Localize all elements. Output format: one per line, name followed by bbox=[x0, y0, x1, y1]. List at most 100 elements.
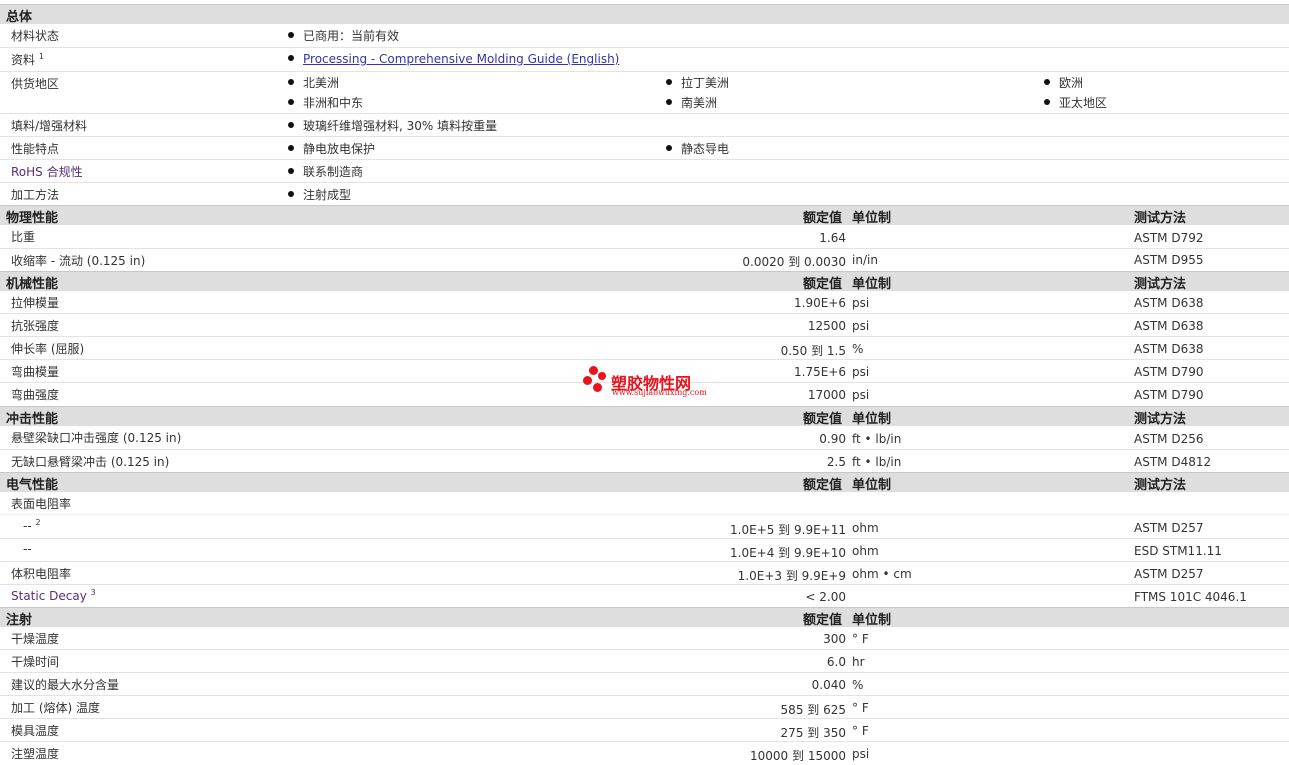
row-method: ASTM D256 bbox=[1134, 432, 1204, 446]
row-value: 1.0E+3 到 9.9E+9 bbox=[737, 569, 846, 583]
row-method: ASTM D792 bbox=[1134, 231, 1204, 245]
bullet-icon bbox=[288, 168, 294, 174]
section-title: 注射 bbox=[6, 613, 33, 628]
row-method: ASTM D4812 bbox=[1134, 455, 1212, 469]
footnote-marker: 1 bbox=[38, 52, 44, 61]
row-unit: % bbox=[852, 342, 864, 356]
row-label: 悬壁梁缺口冲击强度 (0.125 in) bbox=[11, 431, 182, 445]
row-method: ASTM D790 bbox=[1134, 365, 1204, 379]
bullet-icon bbox=[1044, 79, 1050, 85]
col-header-method: 测试方法 bbox=[1134, 211, 1187, 226]
row-label: 建议的最大水分含量 bbox=[11, 678, 120, 692]
row-unit: psi bbox=[852, 747, 870, 761]
col-header-unit: 单位制 bbox=[852, 478, 892, 493]
row-material-status: 材料状态 已商用：当前有效 bbox=[0, 24, 1289, 48]
row-label: 比重 bbox=[11, 230, 36, 244]
row-label: 加工 (熔体) 温度 bbox=[11, 701, 100, 715]
table-row: -- 2 1.0E+5 到 9.9E+11 ohm ASTM D257 bbox=[0, 515, 1289, 539]
table-row: -- 1.0E+4 到 9.9E+10 ohm ESD STM11.11 bbox=[0, 539, 1289, 562]
row-value: 10000 到 15000 bbox=[750, 749, 846, 763]
row-value: 1.75E+6 bbox=[794, 365, 846, 379]
processing-guide-link[interactable]: Processing - Comprehensive Molding Guide… bbox=[303, 52, 619, 66]
bullet-item: 亚太地区 bbox=[1044, 94, 1107, 111]
col-header-unit: 单位制 bbox=[852, 277, 892, 292]
section-title: 总体 bbox=[6, 10, 33, 25]
logo-dot-icon bbox=[598, 372, 606, 380]
row-value: 585 到 625 bbox=[780, 703, 846, 717]
row-label: 收缩率 - 流动 (0.125 in) bbox=[11, 254, 146, 268]
row-value: 0.040 bbox=[811, 678, 846, 692]
bullet-item: 南美洲 bbox=[666, 94, 717, 111]
row-value: 1.0E+5 到 9.9E+11 bbox=[730, 523, 846, 537]
table-row: 伸长率 (屈服) 0.50 到 1.5 % ASTM D638 bbox=[0, 337, 1289, 360]
row-method: ASTM D257 bbox=[1134, 521, 1204, 535]
row-label: 体积电阻率 bbox=[11, 567, 72, 581]
row-unit: % bbox=[852, 678, 864, 692]
row-label: -- bbox=[23, 542, 32, 556]
table-row: 干燥温度 300 ° F bbox=[0, 627, 1289, 650]
col-header-unit: 单位制 bbox=[852, 412, 892, 427]
bullet-icon bbox=[288, 32, 294, 38]
footnote-marker: 2 bbox=[35, 518, 41, 527]
bullet-icon bbox=[288, 55, 294, 61]
row-label: 拉伸模量 bbox=[11, 296, 60, 310]
section-title: 电气性能 bbox=[6, 478, 59, 493]
row-method: FTMS 101C 4046.1 bbox=[1134, 590, 1247, 604]
table-row: 干燥时间 6.0 hr bbox=[0, 650, 1289, 673]
bullet-icon bbox=[666, 99, 672, 105]
bullet-icon bbox=[288, 145, 294, 151]
row-unit: hr bbox=[852, 655, 865, 669]
row-unit: ft • lb/in bbox=[852, 455, 902, 469]
col-header-value: 额定值 bbox=[803, 412, 843, 427]
static-decay-link[interactable]: Static Decay 3 bbox=[11, 588, 96, 603]
col-header-value: 额定值 bbox=[803, 211, 843, 226]
table-row: 收缩率 - 流动 (0.125 in) 0.0020 到 0.0030 in/i… bbox=[0, 249, 1289, 270]
table-row: 悬壁梁缺口冲击强度 (0.125 in) 0.90 ft • lb/in AST… bbox=[0, 426, 1289, 450]
logo-dot-icon bbox=[583, 376, 592, 385]
col-header-method: 测试方法 bbox=[1134, 478, 1187, 493]
section-title: 物理性能 bbox=[6, 211, 59, 226]
row-unit: ohm bbox=[852, 521, 879, 535]
row-method: ASTM D638 bbox=[1134, 342, 1204, 356]
row-value: 1.90E+6 bbox=[794, 296, 846, 310]
row-label: 弯曲模量 bbox=[11, 365, 60, 379]
row-regions: 供货地区 北美洲 拉丁美洲 欧洲 非洲和中东 南美洲 亚太地区 bbox=[0, 72, 1289, 114]
row-label: 模具温度 bbox=[11, 724, 60, 738]
row-label: 干燥温度 bbox=[11, 632, 60, 646]
row-value: 275 到 350 bbox=[780, 726, 846, 740]
section-title: 冲击性能 bbox=[6, 412, 59, 427]
row-label: 供货地区 bbox=[11, 77, 60, 91]
row-label: 抗张强度 bbox=[11, 319, 60, 333]
rohs-link[interactable]: RoHS 合规性 bbox=[11, 163, 83, 180]
col-header-unit: 单位制 bbox=[852, 613, 892, 628]
row-value: 2.5 bbox=[826, 455, 846, 469]
col-header-value: 额定值 bbox=[803, 277, 843, 292]
row-label: 伸长率 (屈服) bbox=[11, 342, 85, 356]
table-row: 拉伸模量 1.90E+6 psi ASTM D638 bbox=[0, 291, 1289, 314]
table-row: 比重 1.64 ASTM D792 bbox=[0, 225, 1289, 249]
col-header-value: 额定值 bbox=[803, 613, 843, 628]
row-label: 干燥时间 bbox=[11, 655, 60, 669]
bullet-icon bbox=[1044, 99, 1050, 105]
row-label: 资料 1 bbox=[11, 52, 44, 67]
bullet-icon bbox=[288, 99, 294, 105]
row-unit: psi bbox=[852, 296, 870, 310]
row-unit: in/in bbox=[852, 253, 878, 267]
row-value: 0.90 bbox=[819, 432, 846, 446]
bullet-item: 拉丁美洲 bbox=[666, 74, 729, 91]
bullet-item: 已商用：当前有效 bbox=[288, 27, 399, 44]
row-value: 0.0020 到 0.0030 bbox=[742, 255, 846, 269]
row-value: 1.64 bbox=[819, 231, 846, 245]
row-label: -- 2 bbox=[23, 518, 41, 533]
row-filler: 填料/增强材料 玻璃纤维增强材料, 30% 填料按重量 bbox=[0, 114, 1289, 137]
col-header-method: 测试方法 bbox=[1134, 277, 1187, 292]
row-label: 填料/增强材料 bbox=[11, 119, 88, 133]
row-unit: psi bbox=[852, 319, 870, 333]
col-header-method: 测试方法 bbox=[1134, 412, 1187, 427]
bullet-item: 欧洲 bbox=[1044, 74, 1083, 91]
row-method: ASTM D638 bbox=[1134, 296, 1204, 310]
col-header-unit: 单位制 bbox=[852, 211, 892, 226]
row-unit: psi bbox=[852, 388, 870, 402]
section-general-header: 总体 bbox=[0, 4, 1289, 25]
row-value: 300 bbox=[823, 632, 846, 646]
